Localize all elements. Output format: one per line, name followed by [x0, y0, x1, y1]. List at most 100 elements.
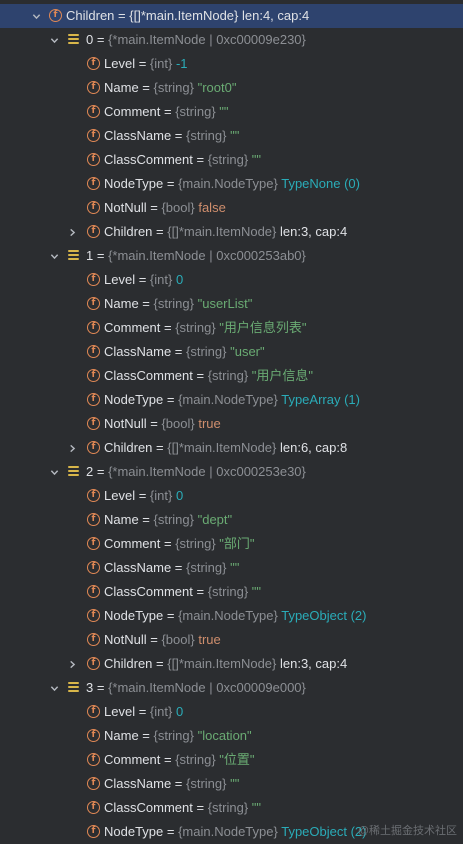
row-text: Level = {int} 0: [104, 268, 183, 292]
field-name: NodeType: [104, 608, 167, 623]
element-index: 0: [86, 32, 97, 47]
field-icon: f: [87, 225, 100, 238]
tree-row-field-classname[interactable]: f ClassName = {string} "": [0, 124, 463, 148]
tree-row-field-level[interactable]: f Level = {int} -1: [0, 52, 463, 76]
chevron-down-icon[interactable]: [48, 28, 60, 52]
field-icon: f: [87, 441, 100, 454]
watermark: @稀土掘金技术社区: [357, 825, 457, 837]
tree-row-field-nodetype[interactable]: f NodeType = {main.NodeType} TypeArray (1…: [0, 388, 463, 412]
tree-row-field-comment[interactable]: f Comment = {string} "位置": [0, 748, 463, 772]
array-element-icon: [68, 34, 79, 46]
row-text: NodeType = {main.NodeType} TypeObject (2…: [104, 604, 366, 628]
element-type: {*main.ItemNode: [108, 464, 210, 479]
tree-row-field-notnull[interactable]: f NotNull = {bool} false: [0, 196, 463, 220]
field-type: {string}: [153, 512, 198, 527]
row-text: 2 = {*main.ItemNode | 0xc000253e30}: [86, 460, 306, 484]
tree-row-node-2[interactable]: 2 = {*main.ItemNode | 0xc000253e30}: [0, 460, 463, 484]
tree-row-node-0[interactable]: 0 = {*main.ItemNode | 0xc00009e230}: [0, 28, 463, 52]
field-value: "root0": [197, 80, 237, 95]
field-icon: f: [87, 609, 100, 622]
element-address: 0xc00009e230}: [216, 32, 306, 47]
tree-row-field-level[interactable]: f Level = {int} 0: [0, 268, 463, 292]
field-type: {string}: [175, 320, 220, 335]
chevron-down-icon[interactable]: [48, 676, 60, 700]
tree-row-field-classcomment[interactable]: f ClassComment = {string} "": [0, 148, 463, 172]
element-address: 0xc00009e000}: [216, 680, 306, 695]
field-value: 0: [175, 272, 184, 287]
chevron-down-icon[interactable]: [30, 4, 42, 28]
chevron-down-icon[interactable]: [48, 460, 60, 484]
tree-row-field-notnull[interactable]: f NotNull = {bool} true: [0, 412, 463, 436]
field-name: Level: [104, 272, 139, 287]
field-value: "user": [230, 344, 265, 359]
row-text: Name = {string} "userList": [104, 292, 252, 316]
tree-row-field-classname[interactable]: f ClassName = {string} "user": [0, 340, 463, 364]
field-icon: f: [87, 177, 100, 190]
tree-row-field-level[interactable]: f Level = {int} 0: [0, 700, 463, 724]
field-type: {string}: [175, 104, 220, 119]
field-type: {main.NodeType}: [178, 392, 282, 407]
chevron-right-icon[interactable]: [66, 652, 78, 676]
field-value: -1: [175, 56, 188, 71]
tree-row-field-nodetype[interactable]: f NodeType = {main.NodeType} TypeObject (…: [0, 604, 463, 628]
tree-row-field-notnull[interactable]: f NotNull = {bool} true: [0, 628, 463, 652]
field-value: true: [198, 416, 221, 431]
field-type: {bool}: [161, 416, 199, 431]
debugger-variables-tree: f Children = {[]*main.ItemNode} len:4, ca…: [0, 4, 463, 844]
chevron-right-icon[interactable]: [66, 436, 78, 460]
equals-sign: =: [174, 128, 187, 143]
tree-row-children-2[interactable]: f Children = {[]*main.ItemNode} len:3, ca…: [0, 652, 463, 676]
array-element-icon: [68, 250, 79, 262]
field-value: "位置": [219, 752, 255, 767]
equals-sign: =: [118, 8, 130, 23]
tree-row-field-level[interactable]: f Level = {int} 0: [0, 484, 463, 508]
tree-row-field-classcomment[interactable]: f ClassComment = {string} "": [0, 580, 463, 604]
equals-sign: =: [150, 632, 162, 647]
row-text: 1 = {*main.ItemNode | 0xc000253ab0}: [86, 244, 306, 268]
tree-row-field-name[interactable]: f Name = {string} "root0": [0, 76, 463, 100]
field-name: Name: [104, 728, 143, 743]
field-name: ClassComment: [104, 368, 197, 383]
field-value: TypeArray (1): [281, 392, 360, 407]
row-text: Name = {string} "dept": [104, 508, 232, 532]
tree-row-field-comment[interactable]: f Comment = {string} "部门": [0, 532, 463, 556]
tree-row-node-1[interactable]: 1 = {*main.ItemNode | 0xc000253ab0}: [0, 244, 463, 268]
tree-row-field-classcomment[interactable]: f ClassComment = {string} "用户信息": [0, 364, 463, 388]
field-name: NotNull: [104, 200, 151, 215]
equals-sign: =: [142, 512, 154, 527]
tree-row-field-classcomment[interactable]: f ClassComment = {string} "": [0, 796, 463, 820]
tree-row-node-3[interactable]: 3 = {*main.ItemNode | 0xc00009e000}: [0, 676, 463, 700]
field-type: {string}: [175, 752, 220, 767]
tree-row-field-name[interactable]: f Name = {string} "location": [0, 724, 463, 748]
tree-row-field-comment[interactable]: f Comment = {string} "用户信息列表": [0, 316, 463, 340]
row-text: ClassName = {string} "": [104, 124, 239, 148]
tree-row-root[interactable]: f Children = {[]*main.ItemNode} len:4, ca…: [0, 4, 463, 28]
equals-sign: =: [174, 560, 187, 575]
field-name: ClassComment: [104, 800, 197, 815]
field-type: {main.NodeType}: [178, 608, 282, 623]
chevron-down-icon[interactable]: [48, 244, 60, 268]
tree-row-children-1[interactable]: f Children = {[]*main.ItemNode} len:6, ca…: [0, 436, 463, 460]
field-icon: f: [87, 81, 100, 94]
equals-sign: =: [142, 80, 154, 95]
field-value: "部门": [219, 536, 255, 551]
tree-row-field-comment[interactable]: f Comment = {string} "": [0, 100, 463, 124]
field-type: {string}: [207, 368, 252, 383]
tree-row-field-classname[interactable]: f ClassName = {string} "": [0, 772, 463, 796]
tree-row-children-0[interactable]: f Children = {[]*main.ItemNode} len:3, ca…: [0, 220, 463, 244]
field-name: Level: [104, 56, 139, 71]
equals-sign: =: [138, 488, 150, 503]
field-icon: f: [87, 321, 100, 334]
field-type: {string}: [186, 344, 231, 359]
tree-row-field-name[interactable]: f Name = {string} "userList": [0, 292, 463, 316]
field-type: {main.NodeType}: [178, 824, 282, 839]
chevron-right-icon[interactable]: [66, 220, 78, 244]
tree-row-field-nodetype[interactable]: f NodeType = {main.NodeType} TypeNone (0): [0, 172, 463, 196]
tree-row-field-classname[interactable]: f ClassName = {string} "": [0, 556, 463, 580]
field-value: "用户信息": [251, 368, 314, 383]
row-text: ClassComment = {string} "": [104, 580, 261, 604]
equals-sign: =: [163, 752, 176, 767]
row-text: Comment = {string} "用户信息列表": [104, 316, 307, 340]
tree-row-field-name[interactable]: f Name = {string} "dept": [0, 508, 463, 532]
row-text: ClassName = {string} "": [104, 556, 239, 580]
